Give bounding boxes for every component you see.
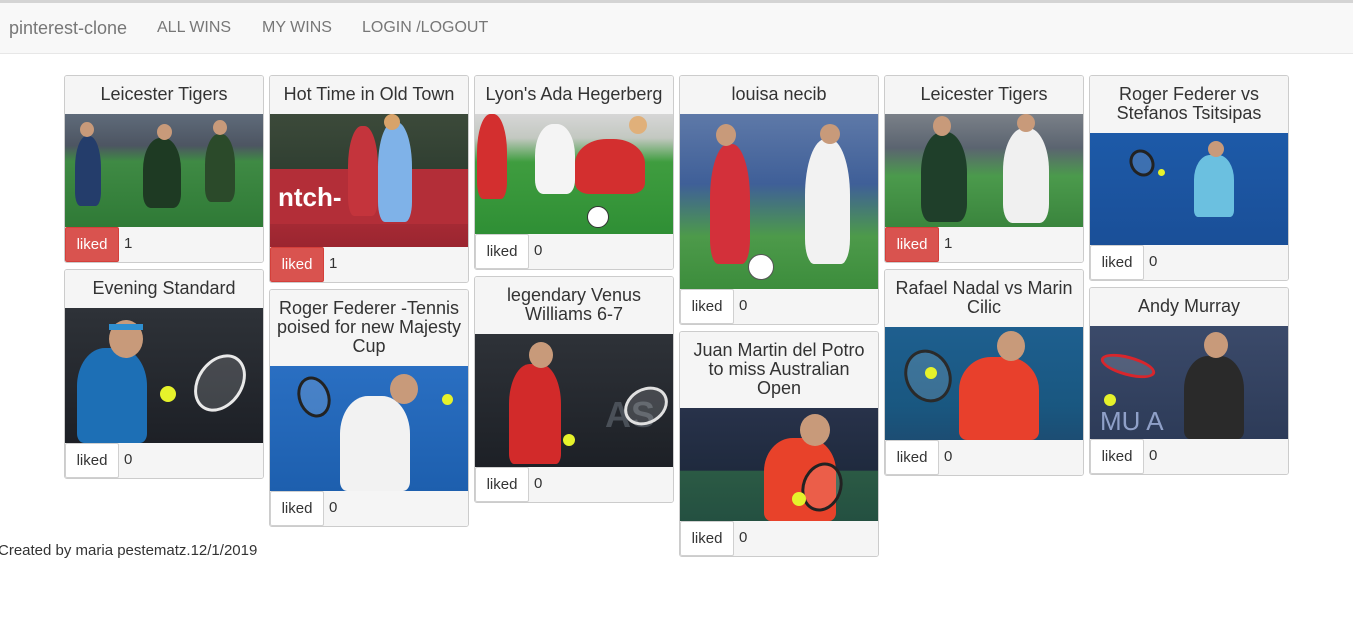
card-footer: liked 0 [885,440,1083,475]
card-footer: liked 0 [1090,439,1288,474]
card-footer: liked 0 [270,491,468,526]
card-title: Leicester Tigers [885,76,1083,114]
like-count: 0 [739,529,748,546]
like-button[interactable]: liked [885,227,939,262]
like-button[interactable]: liked [270,247,324,282]
card-image[interactable]: AS [475,334,673,467]
card-footer: liked 1 [270,247,468,282]
like-count: 0 [534,242,543,259]
like-button[interactable]: liked [1090,439,1144,474]
card-title: Lyon's Ada Hegerberg [475,76,673,114]
like-button[interactable]: liked [65,227,119,262]
win-card: legendary Venus Williams 6-7 AS liked 0 [474,276,674,503]
card-title: legendary Venus Williams 6-7 [475,277,673,334]
card-title: Roger Federer -Tennis poised for new Maj… [270,290,468,366]
card-footer: liked 0 [65,443,263,478]
card-title: Hot Time in Old Town [270,76,468,114]
like-count: 0 [329,499,338,516]
like-button[interactable]: liked [65,443,119,478]
grid-column-3: Lyon's Ada Hegerberg liked 0 legendary V… [474,75,674,509]
card-image[interactable] [680,114,878,289]
like-button[interactable]: liked [680,289,734,324]
card-footer: liked 0 [475,234,673,269]
footer-credit: Created by maria pestematz.12/1/2019 [0,542,258,559]
win-card: Roger Federer -Tennis poised for new Maj… [269,289,469,527]
grid-column-1: Leicester Tigers liked 1 Evening Standar… [64,75,264,485]
like-button[interactable]: liked [1090,245,1144,280]
card-footer: liked 0 [680,289,878,324]
like-button[interactable]: liked [270,491,324,526]
like-count: 1 [124,235,133,252]
like-count: 0 [739,297,748,314]
like-button[interactable]: liked [885,440,939,475]
card-title: Rafael Nadal vs Marin Cilic [885,270,1083,327]
grid-column-5: Leicester Tigers liked 1 Rafael Nadal vs… [884,75,1084,482]
like-count: 1 [944,235,953,252]
card-title: Leicester Tigers [65,76,263,114]
nav-all-wins[interactable]: ALL WINS [157,19,231,37]
win-card: Roger Federer vs Stefanos Tsitsipas like… [1089,75,1289,281]
win-card: Andy Murray MU A liked 0 [1089,287,1289,475]
like-count: 0 [1149,253,1158,270]
card-image[interactable] [885,114,1083,227]
card-footer: liked 1 [885,227,1083,262]
card-footer: liked 0 [680,521,878,556]
card-image[interactable] [475,114,673,234]
navbar: pinterest-clone ALL WINS MY WINS LOGIN /… [0,3,1353,54]
win-card: louisa necib liked 0 [679,75,879,325]
like-count: 0 [1149,447,1158,464]
card-image[interactable] [270,366,468,491]
card-title: Roger Federer vs Stefanos Tsitsipas [1090,76,1288,133]
brand-link[interactable]: pinterest-clone [9,18,127,39]
like-count: 0 [124,451,133,468]
card-title: Juan Martin del Potro to miss Australian… [680,332,878,408]
grid-column-6: Roger Federer vs Stefanos Tsitsipas like… [1089,75,1289,481]
win-card: Juan Martin del Potro to miss Australian… [679,331,879,557]
grid-column-4: louisa necib liked 0 Juan Martin del Pot… [679,75,879,563]
card-title: Andy Murray [1090,288,1288,326]
card-image[interactable] [1090,133,1288,245]
card-image[interactable] [885,327,1083,440]
win-card: Evening Standard liked 0 [64,269,264,479]
win-card: Hot Time in Old Town ntch- liked 1 [269,75,469,283]
card-footer: liked 0 [475,467,673,502]
card-footer: liked 0 [1090,245,1288,280]
nav-login-logout[interactable]: LOGIN /LOGOUT [362,19,488,37]
win-card: Rafael Nadal vs Marin Cilic liked 0 [884,269,1084,476]
win-card: Leicester Tigers liked 1 [884,75,1084,263]
win-card: Leicester Tigers liked 1 [64,75,264,263]
card-image[interactable]: MU A [1090,326,1288,439]
like-button[interactable]: liked [475,467,529,502]
like-button[interactable]: liked [680,521,734,556]
card-footer: liked 1 [65,227,263,262]
like-count: 0 [944,448,953,465]
card-image[interactable] [65,114,263,227]
card-title: Evening Standard [65,270,263,308]
nav-my-wins[interactable]: MY WINS [262,19,332,37]
like-button[interactable]: liked [475,234,529,269]
like-count: 0 [534,475,543,492]
card-image[interactable] [680,408,878,521]
card-image[interactable] [65,308,263,443]
card-title: louisa necib [680,76,878,114]
win-card: Lyon's Ada Hegerberg liked 0 [474,75,674,270]
grid-column-2: Hot Time in Old Town ntch- liked 1 Roger… [269,75,469,533]
like-count: 1 [329,255,338,272]
card-image[interactable]: ntch- [270,114,468,247]
